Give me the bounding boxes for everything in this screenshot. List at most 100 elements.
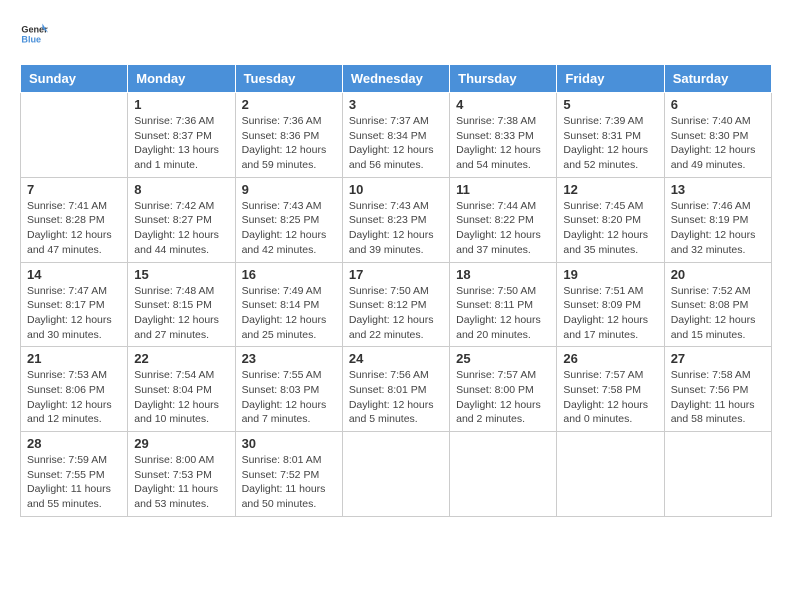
day-info: Sunrise: 7:53 AMSunset: 8:06 PMDaylight:… <box>27 368 121 427</box>
day-number: 2 <box>242 97 336 112</box>
day-info: Sunrise: 7:44 AMSunset: 8:22 PMDaylight:… <box>456 199 550 258</box>
day-info: Sunrise: 7:55 AMSunset: 8:03 PMDaylight:… <box>242 368 336 427</box>
day-info: Sunrise: 7:59 AMSunset: 7:55 PMDaylight:… <box>27 453 121 512</box>
calendar-cell: 21 Sunrise: 7:53 AMSunset: 8:06 PMDayligh… <box>21 347 128 432</box>
day-number: 25 <box>456 351 550 366</box>
day-info: Sunrise: 7:37 AMSunset: 8:34 PMDaylight:… <box>349 114 443 173</box>
day-info: Sunrise: 7:58 AMSunset: 7:56 PMDaylight:… <box>671 368 765 427</box>
day-info: Sunrise: 7:51 AMSunset: 8:09 PMDaylight:… <box>563 284 657 343</box>
calendar-cell: 25Sunrise: 7:57 AMSunset: 8:00 PMDayligh… <box>450 347 557 432</box>
calendar-cell: 8 Sunrise: 7:42 AMSunset: 8:27 PMDaylight… <box>128 177 235 262</box>
calendar-cell: 9 Sunrise: 7:43 AMSunset: 8:25 PMDaylight… <box>235 177 342 262</box>
day-number: 3 <box>349 97 443 112</box>
day-info: Sunrise: 7:38 AMSunset: 8:33 PMDaylight:… <box>456 114 550 173</box>
day-info: Sunrise: 7:49 AMSunset: 8:14 PMDaylight:… <box>242 284 336 343</box>
calendar-cell: 4Sunrise: 7:38 AMSunset: 8:33 PMDaylight… <box>450 93 557 178</box>
day-number: 22 <box>134 351 228 366</box>
calendar-cell: 24 Sunrise: 7:56 AMSunset: 8:01 PMDayligh… <box>342 347 449 432</box>
day-number: 5 <box>563 97 657 112</box>
day-header-friday: Friday <box>557 65 664 93</box>
day-info: Sunrise: 8:00 AMSunset: 7:53 PMDaylight:… <box>134 453 228 512</box>
calendar-cell: 27 Sunrise: 7:58 AMSunset: 7:56 PMDayligh… <box>664 347 771 432</box>
day-info: Sunrise: 7:43 AMSunset: 8:23 PMDaylight:… <box>349 199 443 258</box>
day-info: Sunrise: 7:57 AMSunset: 7:58 PMDaylight:… <box>563 368 657 427</box>
day-number: 9 <box>242 182 336 197</box>
day-number: 28 <box>27 436 121 451</box>
day-header-wednesday: Wednesday <box>342 65 449 93</box>
day-number: 30 <box>242 436 336 451</box>
day-number: 27 <box>671 351 765 366</box>
day-number: 26 <box>563 351 657 366</box>
calendar-cell: 18 Sunrise: 7:50 AMSunset: 8:11 PMDayligh… <box>450 262 557 347</box>
calendar-week-row: 21 Sunrise: 7:53 AMSunset: 8:06 PMDayligh… <box>21 347 772 432</box>
day-number: 13 <box>671 182 765 197</box>
day-number: 14 <box>27 267 121 282</box>
calendar-week-row: 7Sunrise: 7:41 AMSunset: 8:28 PMDaylight… <box>21 177 772 262</box>
day-number: 29 <box>134 436 228 451</box>
svg-text:Blue: Blue <box>21 34 41 44</box>
calendar-cell: 20 Sunrise: 7:52 AMSunset: 8:08 PMDayligh… <box>664 262 771 347</box>
calendar-cell: 13Sunrise: 7:46 AMSunset: 8:19 PMDayligh… <box>664 177 771 262</box>
calendar-cell: 30 Sunrise: 8:01 AMSunset: 7:52 PMDayligh… <box>235 432 342 517</box>
calendar-cell <box>664 432 771 517</box>
calendar-cell: 19 Sunrise: 7:51 AMSunset: 8:09 PMDayligh… <box>557 262 664 347</box>
day-header-thursday: Thursday <box>450 65 557 93</box>
day-info: Sunrise: 7:50 AMSunset: 8:11 PMDaylight:… <box>456 284 550 343</box>
day-number: 10 <box>349 182 443 197</box>
calendar-cell: 26 Sunrise: 7:57 AMSunset: 7:58 PMDayligh… <box>557 347 664 432</box>
calendar-cell: 12Sunrise: 7:45 AMSunset: 8:20 PMDayligh… <box>557 177 664 262</box>
day-number: 23 <box>242 351 336 366</box>
calendar-cell <box>342 432 449 517</box>
day-number: 19 <box>563 267 657 282</box>
day-info: Sunrise: 8:01 AMSunset: 7:52 PMDaylight:… <box>242 453 336 512</box>
day-number: 18 <box>456 267 550 282</box>
day-info: Sunrise: 7:43 AMSunset: 8:25 PMDaylight:… <box>242 199 336 258</box>
calendar-cell: 17Sunrise: 7:50 AMSunset: 8:12 PMDayligh… <box>342 262 449 347</box>
calendar-cell: 7Sunrise: 7:41 AMSunset: 8:28 PMDaylight… <box>21 177 128 262</box>
calendar-cell: 2 Sunrise: 7:36 AMSunset: 8:36 PMDaylight… <box>235 93 342 178</box>
calendar-cell: 28 Sunrise: 7:59 AMSunset: 7:55 PMDayligh… <box>21 432 128 517</box>
calendar-cell: 23 Sunrise: 7:55 AMSunset: 8:03 PMDayligh… <box>235 347 342 432</box>
calendar-cell: 6 Sunrise: 7:40 AMSunset: 8:30 PMDaylight… <box>664 93 771 178</box>
day-header-monday: Monday <box>128 65 235 93</box>
day-number: 24 <box>349 351 443 366</box>
day-number: 6 <box>671 97 765 112</box>
calendar-cell: 1Sunrise: 7:36 AMSunset: 8:37 PMDaylight… <box>128 93 235 178</box>
calendar-cell: 10 Sunrise: 7:43 AMSunset: 8:23 PMDayligh… <box>342 177 449 262</box>
day-number: 17 <box>349 267 443 282</box>
calendar-cell: 5Sunrise: 7:39 AMSunset: 8:31 PMDaylight… <box>557 93 664 178</box>
calendar-cell <box>450 432 557 517</box>
day-info: Sunrise: 7:41 AMSunset: 8:28 PMDaylight:… <box>27 199 121 258</box>
day-header-saturday: Saturday <box>664 65 771 93</box>
day-number: 20 <box>671 267 765 282</box>
day-info: Sunrise: 7:36 AMSunset: 8:36 PMDaylight:… <box>242 114 336 173</box>
day-header-sunday: Sunday <box>21 65 128 93</box>
calendar-cell <box>21 93 128 178</box>
day-number: 21 <box>27 351 121 366</box>
calendar-cell: 14 Sunrise: 7:47 AMSunset: 8:17 PMDayligh… <box>21 262 128 347</box>
day-number: 16 <box>242 267 336 282</box>
calendar-cell: 3 Sunrise: 7:37 AMSunset: 8:34 PMDaylight… <box>342 93 449 178</box>
calendar-cell: 11Sunrise: 7:44 AMSunset: 8:22 PMDayligh… <box>450 177 557 262</box>
day-number: 8 <box>134 182 228 197</box>
calendar-cell: 29 Sunrise: 8:00 AMSunset: 7:53 PMDayligh… <box>128 432 235 517</box>
day-info: Sunrise: 7:42 AMSunset: 8:27 PMDaylight:… <box>134 199 228 258</box>
day-info: Sunrise: 7:36 AMSunset: 8:37 PMDaylight:… <box>134 114 228 173</box>
calendar-week-row: 14 Sunrise: 7:47 AMSunset: 8:17 PMDayligh… <box>21 262 772 347</box>
day-header-tuesday: Tuesday <box>235 65 342 93</box>
day-number: 15 <box>134 267 228 282</box>
logo-icon: General Blue <box>20 20 48 48</box>
calendar-week-row: 28 Sunrise: 7:59 AMSunset: 7:55 PMDayligh… <box>21 432 772 517</box>
calendar-cell <box>557 432 664 517</box>
day-info: Sunrise: 7:52 AMSunset: 8:08 PMDaylight:… <box>671 284 765 343</box>
day-info: Sunrise: 7:47 AMSunset: 8:17 PMDaylight:… <box>27 284 121 343</box>
calendar-cell: 16 Sunrise: 7:49 AMSunset: 8:14 PMDayligh… <box>235 262 342 347</box>
day-info: Sunrise: 7:48 AMSunset: 8:15 PMDaylight:… <box>134 284 228 343</box>
calendar: SundayMondayTuesdayWednesdayThursdayFrid… <box>20 64 772 517</box>
day-info: Sunrise: 7:54 AMSunset: 8:04 PMDaylight:… <box>134 368 228 427</box>
day-number: 12 <box>563 182 657 197</box>
day-info: Sunrise: 7:56 AMSunset: 8:01 PMDaylight:… <box>349 368 443 427</box>
logo: General Blue <box>20 20 48 48</box>
calendar-cell: 22 Sunrise: 7:54 AMSunset: 8:04 PMDayligh… <box>128 347 235 432</box>
day-info: Sunrise: 7:40 AMSunset: 8:30 PMDaylight:… <box>671 114 765 173</box>
